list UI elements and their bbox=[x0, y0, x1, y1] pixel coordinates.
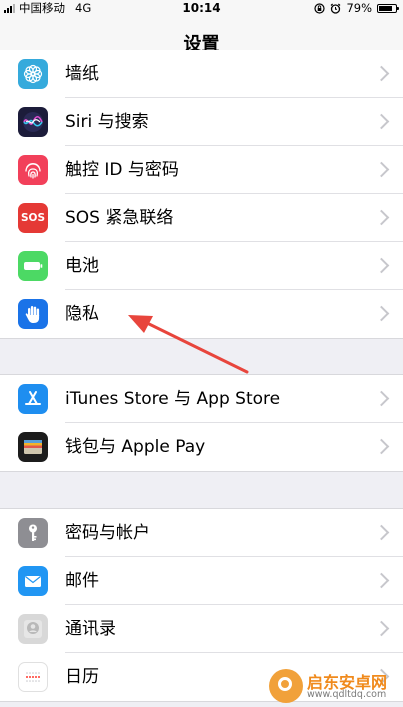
settings-row-passwords-accounts[interactable]: 密码与帐户 bbox=[0, 509, 403, 557]
settings-row-label: 隐私 bbox=[65, 304, 99, 324]
app-store-icon bbox=[18, 384, 48, 414]
chevron-right-icon bbox=[373, 113, 390, 130]
sos-icon-text: SOS bbox=[20, 212, 46, 224]
contacts-icon bbox=[18, 614, 48, 644]
chevron-right-icon bbox=[373, 438, 390, 455]
settings-row-label: 电池 bbox=[65, 256, 99, 276]
settings-row-label: 通讯录 bbox=[65, 619, 116, 639]
settings-row-label: 钱包与 Apple Pay bbox=[65, 437, 206, 457]
chevron-right-icon bbox=[373, 209, 390, 226]
chevron-right-icon bbox=[373, 620, 390, 637]
settings-row-label: iTunes Store 与 App Store bbox=[65, 389, 281, 409]
wallpaper-icon bbox=[18, 59, 48, 89]
settings-row-mail[interactable]: 邮件 bbox=[0, 557, 403, 605]
settings-row-wallet[interactable]: 钱包与 Apple Pay bbox=[0, 423, 403, 471]
alarm-icon bbox=[331, 3, 341, 14]
wallet-icon bbox=[18, 432, 48, 462]
settings-row-siri[interactable]: Siri 与搜索 bbox=[0, 98, 403, 146]
chevron-right-icon bbox=[373, 65, 390, 82]
settings-row-label: 墙纸 bbox=[65, 64, 99, 84]
settings-row-label: SOS 紧急联络 bbox=[65, 208, 174, 228]
settings-row-wallpaper[interactable]: 墙纸 bbox=[0, 50, 403, 98]
settings-row-label: Siri 与搜索 bbox=[65, 112, 149, 132]
status-bar: 中国移动 4G 10:14 79% bbox=[0, 0, 403, 16]
settings-group-display: 墙纸 Siri 与搜索 触控 ID 与密码 SOS SOS 紧急联络 电池 隐私 bbox=[0, 50, 403, 339]
battery-icon bbox=[18, 251, 48, 281]
settings-row-label: 密码与帐户 bbox=[65, 523, 150, 543]
settings-row-privacy[interactable]: 隐私 bbox=[0, 290, 403, 338]
chevron-right-icon bbox=[373, 572, 390, 589]
site-watermark: 启东安卓网 www.qdltdq.com bbox=[269, 667, 399, 705]
settings-row-contacts[interactable]: 通讯录 bbox=[0, 605, 403, 653]
key-icon bbox=[18, 518, 48, 548]
chevron-right-icon bbox=[373, 257, 390, 274]
hand-icon bbox=[18, 299, 48, 329]
settings-row-itunes-app-store[interactable]: iTunes Store 与 App Store bbox=[0, 375, 403, 423]
settings-row-battery[interactable]: 电池 bbox=[0, 242, 403, 290]
settings-row-label: 邮件 bbox=[65, 571, 99, 591]
siri-icon bbox=[18, 107, 48, 137]
chevron-right-icon bbox=[373, 524, 390, 541]
settings-row-sos[interactable]: SOS SOS 紧急联络 bbox=[0, 194, 403, 242]
settings-row-label: 触控 ID 与密码 bbox=[65, 160, 179, 180]
orientation-lock-icon bbox=[314, 2, 326, 14]
sos-icon: SOS bbox=[18, 203, 48, 233]
watermark-logo-icon bbox=[269, 669, 303, 703]
settings-group-store: iTunes Store 与 App Store 钱包与 Apple Pay bbox=[0, 374, 403, 472]
status-right: 79% bbox=[314, 0, 399, 16]
battery-percent: 79% bbox=[346, 1, 372, 15]
mail-icon bbox=[18, 566, 48, 596]
chevron-right-icon bbox=[373, 161, 390, 178]
settings-row-touch-id[interactable]: 触控 ID 与密码 bbox=[0, 146, 403, 194]
calendar-icon bbox=[18, 662, 48, 692]
battery-status-icon bbox=[377, 3, 399, 13]
chevron-right-icon bbox=[373, 305, 390, 322]
chevron-right-icon bbox=[373, 390, 390, 407]
watermark-url: www.qdltdq.com bbox=[307, 689, 387, 700]
battery-fill bbox=[379, 5, 392, 11]
settings-row-label: 日历 bbox=[65, 667, 99, 687]
fingerprint-icon bbox=[18, 155, 48, 185]
